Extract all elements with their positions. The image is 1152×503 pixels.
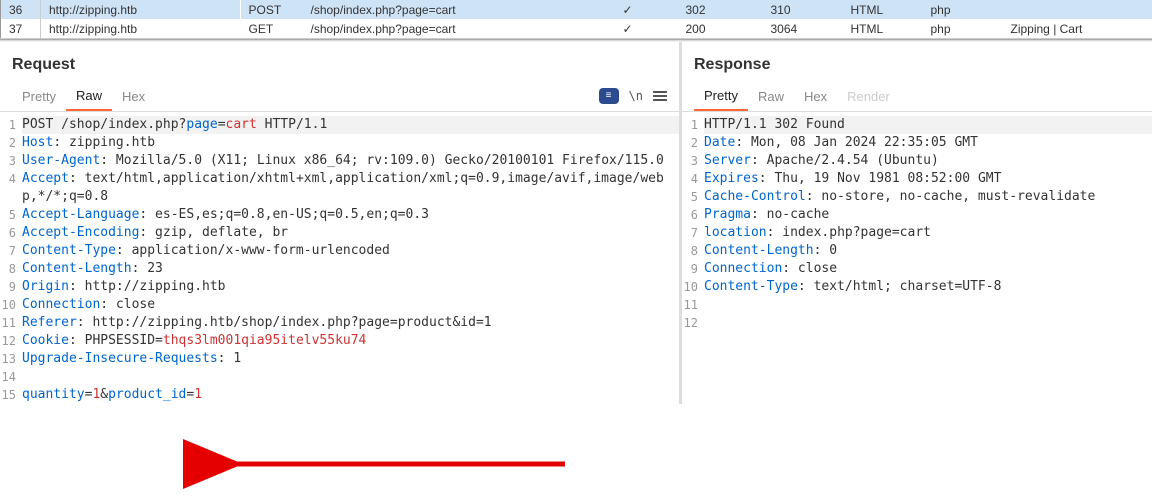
- cell-method: GET: [241, 19, 303, 38]
- cell-status: 302: [678, 0, 763, 19]
- tab-pretty[interactable]: Pretty: [12, 85, 66, 110]
- tab-raw[interactable]: Raw: [66, 84, 112, 111]
- request-title: Request: [0, 42, 679, 84]
- response-title: Response: [682, 42, 1152, 84]
- newline-icon[interactable]: \n: [629, 89, 643, 103]
- cell-url: /shop/index.php?page=cart: [303, 0, 578, 19]
- response-panel: Response Pretty Raw Hex Render 1HTTP/1.1…: [682, 42, 1152, 404]
- cell-length: 3064: [763, 19, 843, 38]
- tab-render[interactable]: Render: [837, 85, 900, 110]
- tab-hex[interactable]: Hex: [112, 85, 155, 110]
- cell-num: 37: [1, 19, 41, 38]
- cell-edited: ✓: [578, 19, 678, 38]
- cell-mime: HTML: [843, 19, 923, 38]
- cell-ext: php: [923, 19, 1003, 38]
- cell-edited: ✓: [578, 0, 678, 19]
- request-panel: Request Pretty Raw Hex ≡ \n 1POST /shop/…: [0, 42, 682, 404]
- menu-icon[interactable]: [653, 91, 667, 101]
- response-tabs: Pretty Raw Hex Render: [682, 84, 1152, 112]
- tab-raw[interactable]: Raw: [748, 85, 794, 110]
- history-table[interactable]: 36 http://zipping.htb POST /shop/index.p…: [0, 0, 1152, 39]
- cell-mime: HTML: [843, 0, 923, 19]
- table-row[interactable]: 37 http://zipping.htb GET /shop/index.ph…: [1, 19, 1152, 38]
- cell-status: 200: [678, 19, 763, 38]
- cell-title: [1003, 0, 1152, 19]
- cell-method: POST: [241, 0, 303, 19]
- cell-url: /shop/index.php?page=cart: [303, 19, 578, 38]
- tab-hex[interactable]: Hex: [794, 85, 837, 110]
- cell-host: http://zipping.htb: [41, 0, 241, 19]
- response-body[interactable]: 1HTTP/1.1 302 Found 2Date: Mon, 08 Jan 2…: [682, 112, 1152, 332]
- cell-length: 310: [763, 0, 843, 19]
- tab-pretty[interactable]: Pretty: [694, 84, 748, 111]
- cell-host: http://zipping.htb: [41, 19, 241, 38]
- cell-num: 36: [1, 0, 41, 19]
- annotation-arrow: [215, 450, 575, 483]
- cell-title: Zipping | Cart: [1003, 19, 1152, 38]
- request-body[interactable]: 1POST /shop/index.php?page=cart HTTP/1.1…: [0, 112, 679, 404]
- table-row[interactable]: 36 http://zipping.htb POST /shop/index.p…: [1, 0, 1152, 19]
- actions-icon[interactable]: ≡: [599, 88, 619, 104]
- cell-ext: php: [923, 0, 1003, 19]
- request-tabs: Pretty Raw Hex ≡ \n: [0, 84, 679, 112]
